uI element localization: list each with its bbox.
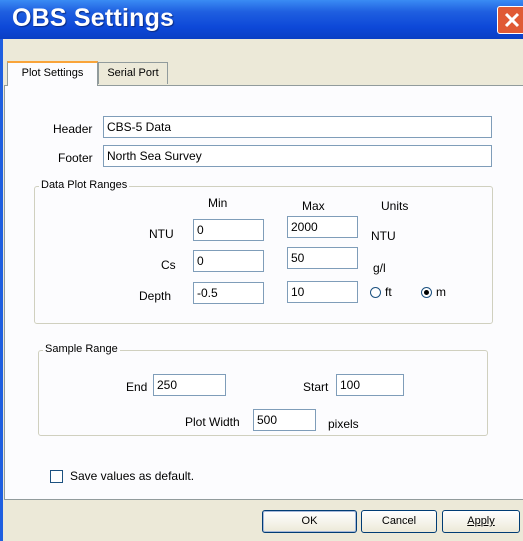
depth-unit-m-label: m xyxy=(436,285,446,299)
obs-settings-dialog: OBS Settings Plot Settings Serial Port H… xyxy=(0,0,523,541)
cs-label: Cs xyxy=(161,258,176,272)
footer-label: Footer xyxy=(58,151,93,165)
cancel-button[interactable]: Cancel xyxy=(361,510,437,533)
plot-width-input[interactable]: 500 xyxy=(253,409,316,431)
ntu-max-input[interactable]: 2000 xyxy=(287,216,358,238)
depth-unit-m-radio[interactable] xyxy=(421,287,432,298)
footer-input[interactable]: North Sea Survey xyxy=(103,145,492,167)
save-default-label: Save values as default. xyxy=(70,469,195,483)
radio-selected-dot xyxy=(424,290,429,295)
header-input[interactable]: CBS-5 Data xyxy=(103,116,492,138)
title-bar[interactable]: OBS Settings xyxy=(0,0,523,39)
plot-width-label: Plot Width xyxy=(185,415,240,429)
start-label: Start xyxy=(303,380,329,394)
end-input[interactable]: 250 xyxy=(153,374,226,396)
depth-label: Depth xyxy=(139,289,172,303)
data-plot-ranges-legend: Data Plot Ranges xyxy=(39,179,130,191)
ntu-min-input[interactable]: 0 xyxy=(193,219,264,241)
end-label: End xyxy=(126,380,148,394)
close-icon xyxy=(504,12,520,28)
ntu-label: NTU xyxy=(149,227,174,241)
cs-min-input[interactable]: 0 xyxy=(193,250,264,272)
tab-serial-port[interactable]: Serial Port xyxy=(98,62,168,84)
ntu-unit-label: NTU xyxy=(371,229,396,243)
ok-button[interactable]: OK xyxy=(262,510,357,533)
depth-unit-ft-radio[interactable] xyxy=(370,287,381,298)
min-column-header: Min xyxy=(208,196,228,210)
depth-unit-ft-label: ft xyxy=(385,285,392,299)
plot-width-unit: pixels xyxy=(328,417,359,431)
close-button[interactable] xyxy=(497,6,523,34)
header-label: Header xyxy=(53,122,93,136)
plot-settings-panel: Header CBS-5 Data Footer North Sea Surve… xyxy=(4,85,523,500)
apply-button[interactable]: Apply xyxy=(442,510,520,533)
start-input[interactable]: 100 xyxy=(336,374,404,396)
window-border xyxy=(0,39,3,541)
depth-max-input[interactable]: 10 xyxy=(287,281,358,303)
max-column-header: Max xyxy=(302,199,325,213)
units-column-header: Units xyxy=(381,199,409,213)
save-default-checkbox[interactable] xyxy=(50,470,63,483)
window-title: OBS Settings xyxy=(12,4,175,32)
cs-unit-label: g/l xyxy=(373,261,386,275)
sample-range-legend: Sample Range xyxy=(43,343,120,355)
cs-max-input[interactable]: 50 xyxy=(287,247,358,269)
depth-min-input[interactable]: -0.5 xyxy=(193,282,264,304)
tab-plot-settings[interactable]: Plot Settings xyxy=(7,61,98,86)
